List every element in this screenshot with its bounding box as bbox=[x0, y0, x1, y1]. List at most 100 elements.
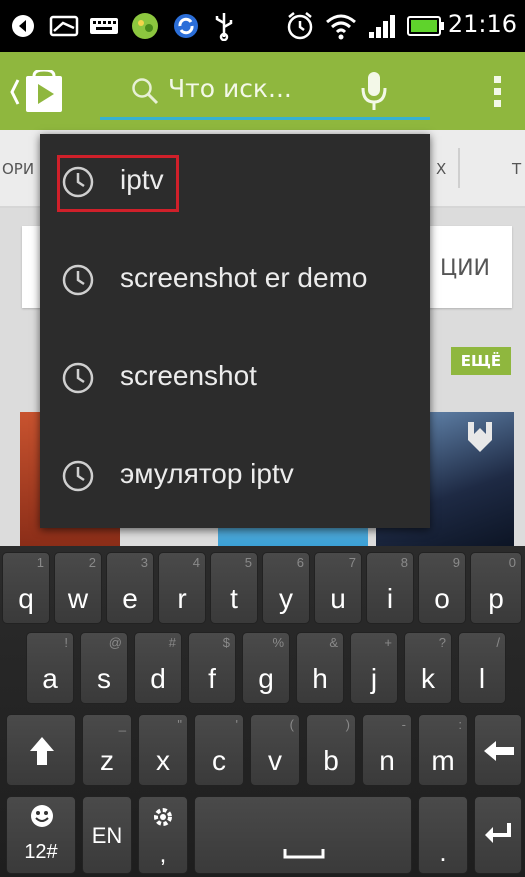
sync-icon bbox=[170, 12, 202, 40]
brand-logo-icon bbox=[468, 422, 492, 452]
key-u[interactable]: 7u bbox=[314, 552, 362, 624]
key-hint: # bbox=[168, 635, 176, 650]
comma-label: , bbox=[159, 841, 167, 868]
key-n[interactable]: -n bbox=[362, 714, 412, 786]
key-label: a bbox=[42, 663, 58, 694]
key-label: h bbox=[312, 663, 328, 694]
key-i[interactable]: 8i bbox=[366, 552, 414, 624]
key-hint: 1 bbox=[36, 555, 44, 570]
key-hint: $ bbox=[222, 635, 230, 650]
shift-arrow-icon bbox=[30, 737, 54, 765]
search-input[interactable]: Что иск... bbox=[168, 74, 348, 103]
space-key[interactable] bbox=[194, 796, 412, 874]
key-hint: - bbox=[401, 717, 406, 732]
key-a[interactable]: ! a bbox=[26, 632, 74, 704]
key-b[interactable]: ) b bbox=[306, 714, 356, 786]
key-k[interactable]: ? k bbox=[404, 632, 452, 704]
tab-right-fragment-1[interactable]: Х bbox=[436, 160, 446, 178]
settings-comma-key[interactable]: , bbox=[138, 796, 188, 874]
enter-arrow-icon bbox=[485, 823, 511, 843]
symbols-key[interactable]: 12# bbox=[6, 796, 76, 874]
play-store-logo-icon[interactable] bbox=[10, 68, 78, 114]
tab-divider bbox=[458, 148, 460, 188]
search-icon bbox=[130, 76, 160, 106]
history-clock-icon bbox=[62, 362, 94, 394]
key-label: i bbox=[386, 583, 394, 614]
key-label: j bbox=[370, 663, 378, 694]
microphone-icon[interactable] bbox=[360, 70, 388, 112]
message-icon bbox=[48, 12, 80, 40]
key-label: f bbox=[208, 663, 216, 694]
key-hint: 8 bbox=[400, 555, 408, 570]
key-label: b bbox=[323, 745, 339, 776]
key-s[interactable]: @ s bbox=[80, 632, 128, 704]
key-x[interactable]: " x bbox=[138, 714, 188, 786]
key-y[interactable]: 6y bbox=[262, 552, 310, 624]
key-o[interactable]: 9o bbox=[418, 552, 466, 624]
key-hint: 2 bbox=[88, 555, 96, 570]
suggestion-item[interactable]: screenshot er demo bbox=[40, 232, 430, 330]
gear-icon bbox=[154, 808, 172, 826]
back-arrow-notify-icon bbox=[8, 12, 38, 40]
key-f[interactable]: $ f bbox=[188, 632, 236, 704]
key-j[interactable]: + j bbox=[350, 632, 398, 704]
key-g[interactable]: % g bbox=[242, 632, 290, 704]
key-d[interactable]: # d bbox=[134, 632, 182, 704]
more-button[interactable]: ЕЩЁ bbox=[451, 347, 511, 375]
key-e[interactable]: 3e bbox=[106, 552, 154, 624]
key-label: o bbox=[434, 583, 450, 614]
key-label: p bbox=[488, 583, 504, 614]
key-h[interactable]: & h bbox=[296, 632, 344, 704]
suggestion-label: screenshot bbox=[120, 360, 257, 391]
shift-key[interactable] bbox=[6, 714, 76, 786]
key-hint: ( bbox=[289, 717, 294, 732]
key-z[interactable]: _ z bbox=[82, 714, 132, 786]
suggestion-item[interactable]: screenshot bbox=[40, 330, 430, 428]
language-key[interactable]: EN bbox=[82, 796, 132, 874]
key-v[interactable]: (v bbox=[250, 714, 300, 786]
suggestion-item[interactable]: эмулятор iptv bbox=[40, 428, 430, 526]
key-label: s bbox=[97, 663, 111, 694]
tab-right-fragment-2[interactable]: Т bbox=[512, 160, 521, 178]
suggestion-item[interactable]: iptv bbox=[40, 134, 430, 232]
backspace-arrow-icon bbox=[484, 741, 514, 761]
key-label: r bbox=[177, 583, 187, 614]
backspace-key[interactable] bbox=[474, 714, 522, 786]
key-l[interactable]: / l bbox=[458, 632, 506, 704]
key-hint: _ bbox=[118, 717, 126, 732]
key-hint: / bbox=[496, 635, 500, 650]
clock-time: 21:16 bbox=[447, 10, 517, 38]
key-hint: ? bbox=[438, 635, 446, 650]
tab-left-fragment[interactable]: ОРИ bbox=[2, 160, 34, 178]
language-label: EN bbox=[91, 823, 123, 848]
period-key[interactable]: . bbox=[418, 796, 468, 874]
key-hint: 6 bbox=[296, 555, 304, 570]
key-label: z bbox=[100, 745, 114, 776]
key-w[interactable]: 2w bbox=[54, 552, 102, 624]
key-m[interactable]: :m bbox=[418, 714, 468, 786]
history-clock-icon bbox=[62, 460, 94, 492]
enter-key[interactable] bbox=[474, 796, 522, 874]
emoji-icon bbox=[31, 805, 53, 827]
key-hint: : bbox=[458, 717, 462, 732]
key-r[interactable]: 4r bbox=[158, 552, 206, 624]
key-hint: 4 bbox=[192, 555, 200, 570]
key-label: n bbox=[379, 745, 395, 776]
key-label: q bbox=[18, 583, 34, 614]
search-suggestions: iptv screenshot er demo screenshot эмуля… bbox=[40, 134, 430, 528]
suggestion-label: screenshot er demo bbox=[120, 262, 368, 293]
key-c[interactable]: ' c bbox=[194, 714, 244, 786]
key-label: u bbox=[330, 583, 346, 614]
key-label: l bbox=[478, 663, 486, 694]
signal-icon bbox=[366, 12, 400, 40]
key-hint: ' bbox=[235, 717, 238, 732]
search-field[interactable]: Что иск... bbox=[100, 62, 430, 120]
key-t[interactable]: 5t bbox=[210, 552, 258, 624]
battery-icon bbox=[406, 12, 446, 40]
app-notify-icon bbox=[128, 12, 162, 40]
promo-card-text: ЦИИ bbox=[440, 256, 490, 281]
soft-keyboard: 1q 2w 3e 4r 5t 6y 7u 8i 9o 0p ! a @ s # d $… bbox=[0, 546, 525, 877]
key-p[interactable]: 0p bbox=[470, 552, 522, 624]
key-q[interactable]: 1q bbox=[2, 552, 50, 624]
overflow-menu-icon[interactable] bbox=[493, 70, 503, 114]
